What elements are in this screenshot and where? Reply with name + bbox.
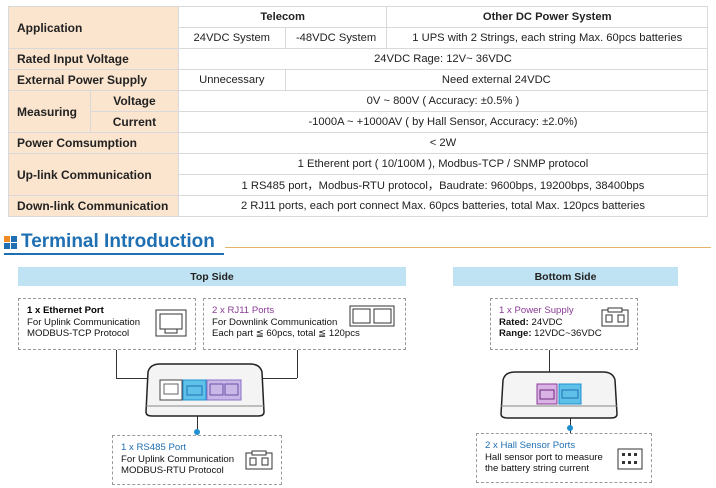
uplink-value-1: 1 Etherent port ( 10/100M ), Modbus-TCP … <box>177 153 709 175</box>
ext-power-other: Need external 24VDC <box>284 69 709 91</box>
bottom-side-bar: Bottom Side <box>453 267 678 286</box>
rated-input-value: 24VDC Rage: 12V~ 36VDC <box>177 48 709 70</box>
power-connector-icon <box>601 307 629 327</box>
top-device-illustration <box>145 363 265 417</box>
rj11-line-2: Each part ≦ 60pcs, total ≦ 120pcs <box>212 328 360 339</box>
uplink-value-2: 1 RS485 port，Modbus-RTU protocol，Baudrat… <box>177 174 709 196</box>
top-side-bar: Top Side <box>18 267 406 286</box>
rated-input-label: Rated Input Voltage <box>8 48 179 70</box>
section-divider <box>225 247 711 248</box>
spec-table: Application Telecom Other DC Power Syste… <box>8 6 709 217</box>
telecom-header: Telecom <box>177 6 388 28</box>
measuring-label: Measuring <box>8 90 91 133</box>
table-row: External Power Supply Unnecessary Need e… <box>8 69 709 91</box>
section-title: Terminal Introduction <box>4 230 215 254</box>
ethernet-port-icon <box>155 309 187 337</box>
table-row: Up-link Communication 1 Etherent port ( … <box>8 153 709 196</box>
downlink-value: 2 RJ11 ports, each port connect Max. 60p… <box>177 195 709 217</box>
current-label: Current <box>89 111 179 133</box>
ext-power-label: External Power Supply <box>8 69 179 91</box>
hall-sensor-box: 2 x Hall Sensor Ports Hall sensor port t… <box>476 433 652 483</box>
table-row: Current -1000A ~ +1000AV ( by Hall Senso… <box>9 111 709 133</box>
connector-dot <box>567 425 573 431</box>
table-row: Measuring Voltage 0V ~ 800V ( Accuracy: … <box>8 90 709 133</box>
section-title-text: Terminal Introduction <box>21 231 215 252</box>
table-row: Rated Input Voltage 24VDC Rage: 12V~ 36V… <box>8 48 709 70</box>
telecom-24v-cell: 24VDC System <box>177 27 286 49</box>
range-value: 12VDC~36VDC <box>531 328 602 339</box>
power-label: Power Comsumption <box>8 132 179 154</box>
rs485-port-icon <box>245 450 273 470</box>
table-row: Power Comsumption < 2W <box>8 132 709 154</box>
ext-power-telecom: Unnecessary <box>177 69 286 91</box>
ethernet-port-box: 1 x Ethernet Port For Uplink Communicati… <box>18 298 196 350</box>
connector-line <box>297 348 298 378</box>
voltage-label: Voltage <box>89 90 179 112</box>
section-underline <box>4 253 224 255</box>
bottom-device-illustration <box>500 371 618 419</box>
rj11-ports-box: 2 x RJ11 Ports For Downlink Communicatio… <box>203 298 406 350</box>
rated-label: Rated: <box>499 316 529 328</box>
connector-line <box>116 348 117 378</box>
table-row: Application Telecom Other DC Power Syste… <box>8 6 708 49</box>
hall-sensor-connector-icon <box>617 448 643 470</box>
power-supply-box: 1 x Power Supply Rated: 24VDC Range: 12V… <box>490 298 638 350</box>
other-dc-header: Other DC Power System <box>386 6 708 28</box>
range-label: Range: <box>499 328 532 339</box>
telecom-48v-cell: -48VDC System <box>284 27 388 49</box>
uplink-label: Up-link Communication <box>8 153 179 196</box>
rj11-ports-icon <box>349 305 395 327</box>
other-dc-cell: 1 UPS with 2 Strings, each string Max. 6… <box>386 27 708 49</box>
current-value: -1000A ~ +1000AV ( by Hall Sensor, Accur… <box>177 111 709 133</box>
application-label: Application <box>8 6 179 49</box>
rs485-port-box: 1 x RS485 Port For Uplink Communication … <box>112 435 282 485</box>
rated-value: 24VDC <box>528 316 563 328</box>
voltage-value: 0V ~ 800V ( Accuracy: ±0.5% ) <box>177 90 709 112</box>
squares-icon <box>4 235 17 249</box>
downlink-label: Down-link Communication <box>8 195 179 217</box>
table-row: Down-link Communication 2 RJ11 ports, ea… <box>8 195 709 217</box>
power-value: < 2W <box>177 132 709 154</box>
